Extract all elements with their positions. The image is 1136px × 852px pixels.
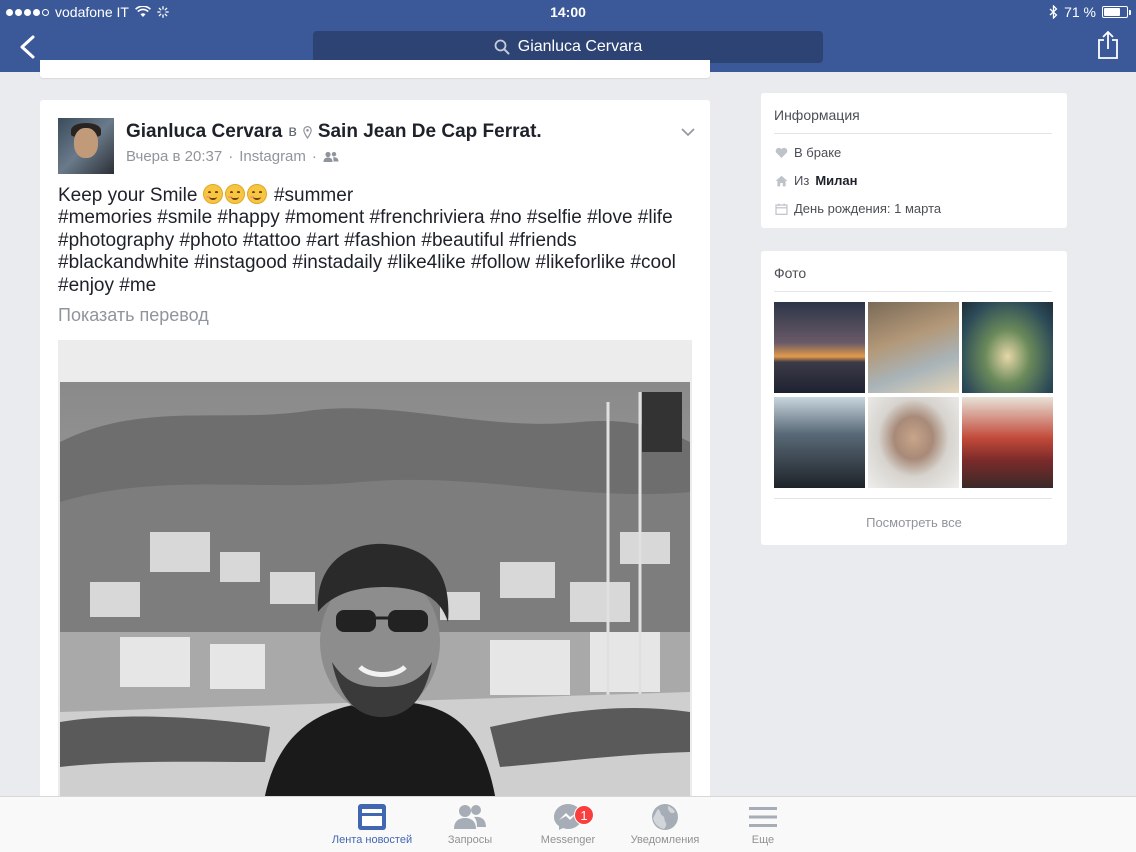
location-pin-icon — [303, 125, 312, 139]
post-meta: Вчера в 20:37 · Instagram · — [126, 148, 339, 165]
info-card-title: Информация — [774, 107, 860, 123]
post-text: Keep your Smile #summer #memories #smile… — [58, 184, 698, 297]
photo-thumbnail[interactable] — [774, 397, 865, 488]
chevron-down-icon[interactable] — [680, 124, 696, 140]
location-preposition: в — [288, 123, 297, 140]
info-card: Информация В браке Из Милан День рождени… — [761, 93, 1067, 228]
photos-card: Фото Посмотреть все — [761, 251, 1067, 545]
post-photo-image — [60, 382, 690, 820]
search-bar[interactable]: Gianluca Cervara — [313, 31, 823, 63]
hashtag-link[interactable]: #summer — [274, 185, 353, 206]
tab-label: Messenger — [540, 834, 596, 846]
photo-thumbnail[interactable] — [962, 302, 1053, 393]
tab-label: Уведомления — [630, 834, 700, 846]
menu-icon — [749, 807, 777, 827]
hometown-city[interactable]: Милан — [815, 173, 857, 188]
post-header: Gianluca Cervara в Sain Jean De Cap Ferr… — [126, 121, 542, 143]
calendar-icon — [775, 203, 788, 215]
birthday-row: День рождения: 1 марта — [775, 201, 941, 216]
back-arrow-icon[interactable] — [16, 34, 40, 60]
bluetooth-icon — [1049, 5, 1058, 19]
divider — [774, 498, 1052, 499]
friends-audience-icon — [323, 151, 339, 162]
show-translation-link[interactable]: Показать перевод — [58, 305, 209, 326]
tab-notifications[interactable]: Уведомления — [615, 803, 715, 852]
share-icon[interactable] — [1096, 30, 1120, 60]
search-query: Gianluca Cervara — [517, 38, 643, 55]
battery-level — [1104, 8, 1120, 16]
tab-news-feed[interactable]: Лента новостей — [322, 803, 422, 852]
smile-emoji-icon — [246, 184, 267, 204]
author-name[interactable]: Gianluca Cervara — [126, 121, 282, 143]
tab-more[interactable]: Еще — [713, 803, 813, 852]
status-bar: vodafone IT 14:00 71 % — [0, 0, 1136, 24]
post-text-intro: Keep your Smile — [58, 185, 198, 206]
photos-card-title: Фото — [774, 265, 807, 281]
messenger-badge: 1 — [574, 805, 594, 825]
tab-label: Запросы — [447, 834, 493, 846]
photo-thumbnail[interactable] — [962, 397, 1053, 488]
tab-label: Лента новостей — [331, 834, 413, 846]
photo-thumbnail[interactable] — [868, 397, 959, 488]
post-photo-frame — [58, 340, 692, 820]
post-photo[interactable] — [60, 382, 690, 820]
home-icon — [775, 175, 788, 186]
photo-thumbnail[interactable] — [774, 302, 865, 393]
birthday-text: День рождения: 1 марта — [794, 201, 942, 216]
divider — [774, 133, 1052, 134]
search-icon — [494, 39, 510, 55]
meta-separator: · — [311, 148, 317, 165]
smile-emoji-icon — [224, 184, 245, 204]
battery-percent: 71 % — [1064, 4, 1096, 20]
hashtags[interactable]: #memories #smile #happy #moment #frenchr… — [58, 207, 676, 295]
place-name[interactable]: Sain Jean De Cap Ferrat. — [318, 121, 542, 143]
avatar[interactable] — [58, 118, 114, 174]
relationship-status: В браке — [794, 145, 842, 160]
heart-icon — [775, 147, 788, 158]
smile-emoji-icon — [202, 184, 223, 204]
battery-icon — [1102, 6, 1131, 18]
tab-label: Еще — [751, 834, 775, 846]
post-source: Instagram — [239, 148, 306, 165]
tab-requests[interactable]: Запросы — [420, 803, 520, 852]
post-time[interactable]: Вчера в 20:37 — [126, 148, 222, 165]
tab-messenger[interactable]: 1 Messenger — [518, 803, 618, 852]
post-card: Gianluca Cervara в Sain Jean De Cap Ferr… — [40, 100, 710, 820]
see-all-photos-link[interactable]: Посмотреть все — [761, 515, 1067, 530]
photo-thumbnail[interactable] — [868, 302, 959, 393]
friend-requests-icon — [454, 805, 486, 829]
globe-icon — [652, 804, 678, 830]
meta-separator: · — [228, 148, 234, 165]
divider — [774, 291, 1052, 292]
status-time: 14:00 — [550, 4, 586, 20]
hometown-prefix: Из — [794, 173, 810, 188]
previous-post-card — [40, 60, 710, 78]
relationship-row: В браке — [775, 145, 841, 160]
bottom-tab-bar: Лента новостей Запросы 1 Messenger Уведо… — [0, 796, 1136, 852]
hometown-row: Из Милан — [775, 173, 857, 188]
news-feed-icon — [358, 804, 386, 830]
photo-grid — [774, 302, 1055, 488]
status-right: 71 % — [1049, 4, 1131, 20]
